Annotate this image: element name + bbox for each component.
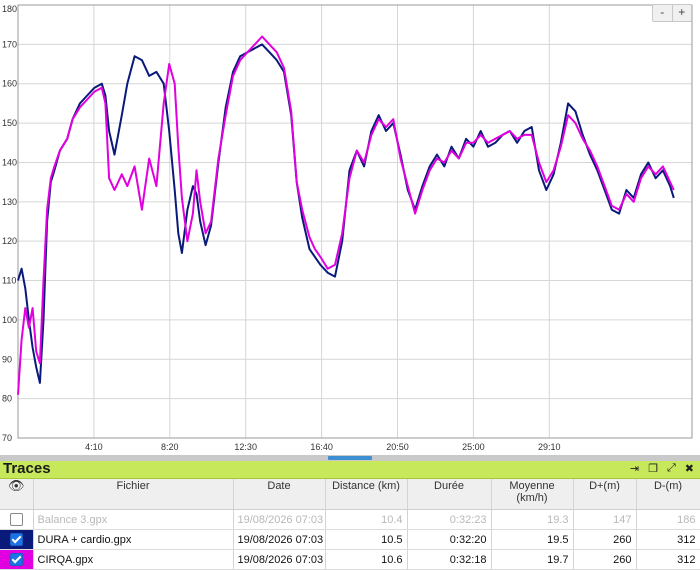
- visibility-column-header[interactable]: 👁: [0, 478, 34, 510]
- y-tick-label: 160: [2, 79, 17, 89]
- series-line-1: [17, 43, 675, 384]
- trace-date: 19/08/2026 07:03: [233, 509, 326, 530]
- y-tick-label: 180: [2, 4, 17, 14]
- x-tick-label: 4:10: [85, 442, 103, 452]
- x-tick-label: 29:10: [538, 442, 561, 452]
- trace-dminus: 312: [636, 529, 700, 550]
- traces-panel-header: Traces ⇥ ❐ ⤢ ✖: [0, 460, 700, 479]
- series-line-2: [17, 35, 675, 395]
- zoom-out-button[interactable]: -: [653, 5, 673, 21]
- y-tick-label: 120: [2, 236, 17, 246]
- trace-color-swatch: [0, 550, 32, 569]
- splitter-handle[interactable]: [328, 456, 372, 460]
- plot-frame: [17, 4, 693, 439]
- y-tick-label: 70: [2, 433, 12, 443]
- column-header-dplus[interactable]: D+(m): [573, 479, 637, 510]
- chart-svg: 70 80 90 100 110 120 130 140 150 160 170 180 4:10 8:2…: [2, 4, 693, 452]
- restore-window-icon[interactable]: ❐: [648, 462, 658, 475]
- trace-color-swatch: [0, 530, 32, 549]
- trace-dplus: 147: [573, 509, 637, 530]
- trace-visibility-cell[interactable]: [0, 529, 34, 550]
- close-icon[interactable]: ✖: [685, 462, 694, 475]
- column-header-distance[interactable]: Distance (km): [325, 479, 408, 510]
- x-tick-label: 20:50: [386, 442, 409, 452]
- trace-dminus: 186: [636, 509, 700, 530]
- skip-end-icon[interactable]: ⇥: [630, 462, 639, 475]
- trace-visible-checkbox[interactable]: [9, 552, 23, 566]
- trace-file: Balance 3.gpx: [33, 509, 234, 530]
- zoom-in-button[interactable]: +: [673, 5, 692, 21]
- trace-distance: 10.4: [325, 509, 408, 530]
- trace-average: 19.5: [491, 529, 574, 550]
- traces-title: Traces: [3, 460, 51, 477]
- y-tick-label: 110: [2, 276, 16, 286]
- column-header-date[interactable]: Date: [233, 479, 326, 510]
- y-tick-label: 90: [2, 354, 12, 364]
- column-header-dminus[interactable]: D-(m): [636, 479, 700, 510]
- trace-visible-checkbox[interactable]: [9, 512, 23, 526]
- trace-duration: 0:32:23: [407, 509, 492, 530]
- x-tick-label: 8:20: [161, 442, 179, 452]
- column-header-duration[interactable]: Durée: [407, 479, 492, 510]
- trace-row[interactable]: Balance 3.gpx 19/08/2026 07:03 10.4 0:32:23…: [0, 509, 700, 530]
- trace-duration: 0:32:20: [407, 529, 492, 550]
- y-tick-label: 150: [2, 118, 17, 128]
- trace-dplus: 260: [573, 529, 637, 550]
- trace-row[interactable]: DURA + cardio.gpx 19/08/2026 07:03 10.5 0:3…: [0, 529, 700, 550]
- y-tick-label: 140: [2, 157, 17, 167]
- eye-icon: 👁: [7, 478, 25, 493]
- trace-color-swatch: [0, 510, 32, 529]
- x-tick-label: 12:30: [234, 442, 257, 452]
- trace-visibility-cell[interactable]: [0, 509, 34, 530]
- zoom-controls: - +: [652, 4, 692, 22]
- y-tick-label: 130: [2, 197, 17, 207]
- traces-grid: 👁 Fichier Date Distance (km) Durée Moyen…: [0, 479, 700, 570]
- expand-icon[interactable]: ⤢: [667, 462, 676, 475]
- y-tick-label: 170: [2, 39, 17, 49]
- x-tick-label: 16:40: [310, 442, 333, 452]
- y-tick-label: 100: [2, 315, 17, 325]
- x-tick-label: 25:00: [462, 442, 485, 452]
- trace-file: DURA + cardio.gpx: [33, 529, 234, 550]
- trace-average: 19.3: [491, 509, 574, 530]
- trace-distance: 10.5: [325, 529, 408, 550]
- column-header-average[interactable]: Moyenne (km/h): [491, 479, 574, 510]
- heart-rate-chart[interactable]: 70 80 90 100 110 120 130 140 150 160 170 180 4:10 8:2…: [0, 0, 700, 455]
- trace-date: 19/08/2026 07:03: [233, 529, 326, 550]
- column-header-file[interactable]: Fichier: [33, 479, 234, 510]
- traces-table: 👁 Fichier Date Distance (km) Durée Moyen…: [0, 479, 700, 570]
- trace-visible-checkbox[interactable]: [9, 532, 23, 546]
- y-tick-label: 80: [2, 394, 12, 404]
